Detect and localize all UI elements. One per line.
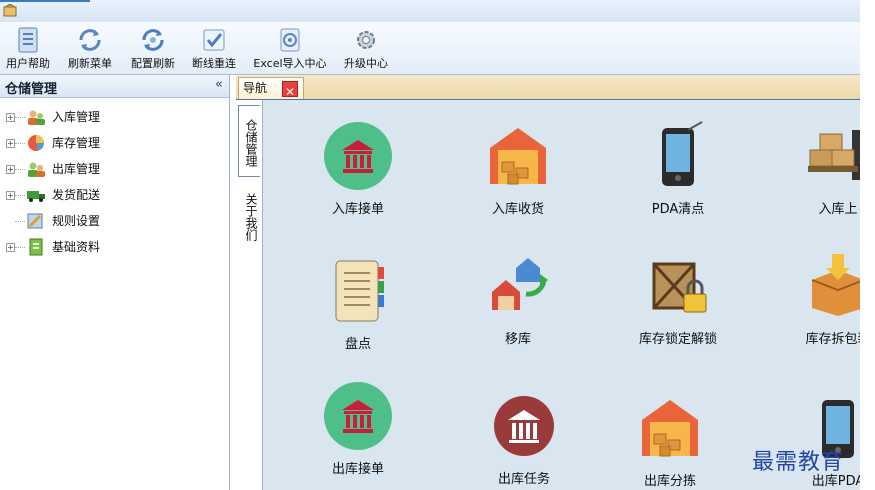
tile-label: 库存拆包装	[805, 332, 860, 347]
title-accent	[0, 0, 90, 2]
tree-item-outbound[interactable]: + 出库管理	[0, 156, 229, 182]
tree-connector	[15, 247, 25, 248]
outbound-users-icon	[28, 162, 45, 177]
tree-item-label: 规则设置	[52, 214, 101, 228]
bank-green-icon	[324, 122, 392, 190]
bank-red-icon	[494, 396, 554, 456]
tile-area: 入库接单 入库收货 PDA清点 入库上 盘点 移库 库存锁定解锁 库存拆包 出库…	[263, 100, 860, 490]
import-icon	[280, 28, 300, 52]
expand-icon[interactable]: +	[6, 243, 15, 252]
rule-settings-icon	[27, 213, 43, 229]
tile-outbound-order[interactable]: 出库接单	[303, 380, 413, 490]
toolbar: 用户帮助 刷新菜单 配置刷新 断线重连 Excel导入中心 升级中心	[0, 22, 860, 75]
config-refresh-label: 配置刷新	[131, 57, 175, 70]
crate-lock-icon	[652, 262, 707, 313]
tree-item-inventory[interactable]: + 库存管理	[0, 130, 229, 156]
tile-label: 库存锁定解锁	[638, 332, 717, 347]
tile-relocate[interactable]: 移库	[463, 250, 573, 360]
pda-icon	[662, 121, 703, 186]
tile-stocktake[interactable]: 盘点	[303, 255, 413, 365]
tile-label: 出库任务	[497, 472, 550, 487]
tree-item-label: 库存管理	[52, 136, 101, 150]
tree-item-label: 入库管理	[52, 110, 101, 124]
left-panel-title: 仓储管理	[5, 82, 58, 97]
upgrade-center-label: 升级中心	[344, 57, 388, 70]
reconnect-button[interactable]: 断线重连	[188, 24, 240, 72]
refresh-menu-button[interactable]: 刷新菜单	[62, 24, 118, 72]
expand-icon[interactable]: +	[6, 113, 15, 122]
app-icon	[3, 4, 17, 17]
tree-item-delivery[interactable]: + 发货配送	[0, 182, 229, 208]
tab-navigation[interactable]: 导航 ✕	[238, 77, 304, 99]
tree-connector	[15, 169, 25, 170]
inbound-users-icon	[28, 110, 45, 125]
tab-navigation-label: 导航	[243, 81, 268, 95]
tile-inbound-order[interactable]: 入库接单	[303, 120, 413, 230]
tree-connector	[15, 221, 25, 222]
user-help-button[interactable]: 用户帮助	[2, 24, 54, 72]
tree-connector	[15, 117, 25, 118]
config-refresh-button[interactable]: 配置刷新	[125, 24, 181, 72]
tree-item-label: 发货配送	[52, 188, 101, 202]
tree-item-label: 出库管理	[52, 162, 101, 176]
tile-inbound-receive[interactable]: 入库收货	[463, 120, 573, 230]
bank-green-icon	[324, 382, 392, 450]
vtab-warehouse[interactable]: 仓储管理	[238, 105, 260, 177]
pie-chart-icon	[28, 135, 44, 151]
tile-label: 出库分拣	[643, 474, 696, 489]
refresh-menu-label: 刷新菜单	[68, 57, 112, 70]
user-help-label: 用户帮助	[6, 57, 50, 70]
document-list-icon	[18, 27, 38, 53]
tile-label: 入库接单	[331, 202, 384, 217]
excel-import-label: Excel导入中心	[253, 57, 327, 70]
left-panel: 仓储管理 « + 入库管理 + 库存管理 + 出库管理 + 发货配送 规则设置 …	[0, 75, 230, 490]
window-edge	[860, 0, 875, 490]
open-box-icon	[811, 254, 860, 316]
refresh-icon	[79, 29, 101, 51]
tile-label: 移库	[504, 332, 531, 347]
refresh-config-icon	[142, 29, 164, 51]
tab-strip: 导航 ✕	[236, 75, 860, 101]
truck-icon	[27, 191, 45, 202]
basic-data-icon	[29, 238, 43, 256]
tree-item-rules[interactable]: 规则设置	[0, 208, 229, 234]
expand-icon[interactable]: +	[6, 139, 15, 148]
left-panel-header: 仓储管理 «	[0, 75, 229, 98]
tree-item-basic-data[interactable]: + 基础资料	[0, 234, 229, 260]
forklift-boxes-icon	[808, 130, 860, 180]
gear-icon	[357, 31, 375, 49]
upgrade-center-button[interactable]: 升级中心	[340, 24, 392, 72]
tile-unpack[interactable]: 库存拆包装	[783, 250, 860, 360]
tree-connector	[15, 195, 25, 196]
tile-inbound-shelve[interactable]: 入库上	[783, 120, 860, 230]
collapse-panel-button[interactable]: «	[215, 77, 223, 92]
checkmark-icon	[203, 29, 225, 51]
nav-tree: + 入库管理 + 库存管理 + 出库管理 + 发货配送 规则设置 + 基础资料	[0, 98, 229, 260]
tile-outbound-task[interactable]: 出库任务	[469, 390, 579, 490]
title-bar	[0, 0, 860, 23]
tile-label: 盘点	[344, 337, 371, 352]
tile-label: 入库收货	[491, 202, 544, 217]
expand-icon[interactable]: +	[6, 191, 15, 200]
tile-pda-count[interactable]: PDA清点	[623, 120, 733, 230]
tile-stock-lock[interactable]: 库存锁定解锁	[623, 250, 733, 360]
tree-connector	[15, 143, 25, 144]
excel-import-button[interactable]: Excel导入中心	[249, 24, 331, 72]
vtab-about-us[interactable]: 关于我们	[238, 182, 260, 250]
tree-item-label: 基础资料	[52, 240, 101, 254]
tile-label: PDA清点	[651, 202, 705, 217]
expand-icon[interactable]: +	[6, 165, 15, 174]
move-houses-icon	[492, 258, 548, 310]
tile-label: 入库上	[818, 202, 858, 217]
watermark: 最需教育	[752, 450, 845, 475]
close-icon[interactable]: ✕	[282, 81, 298, 99]
tile-outbound-sort[interactable]: 出库分拣	[615, 392, 725, 490]
reconnect-label: 断线重连	[192, 57, 236, 70]
tile-label: 出库接单	[331, 462, 384, 477]
warehouse-icon	[642, 400, 698, 457]
vertical-tabs: 仓储管理 关于我们	[236, 100, 263, 490]
tree-item-inbound[interactable]: + 入库管理	[0, 104, 229, 130]
notebook-icon	[335, 260, 384, 322]
warehouse-icon	[490, 128, 546, 185]
